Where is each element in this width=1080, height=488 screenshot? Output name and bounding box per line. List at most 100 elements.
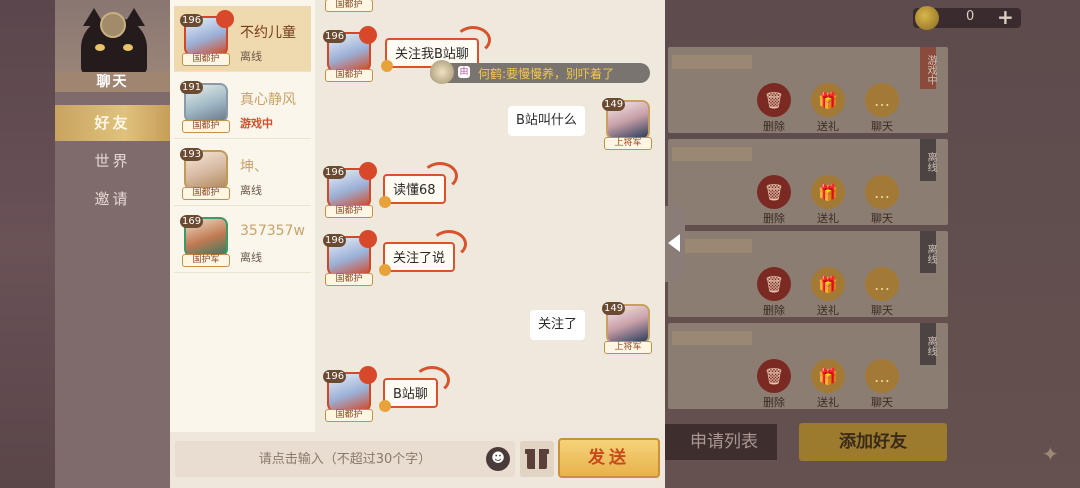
chat-message: B站叫什么: [508, 106, 585, 136]
rank-badge: 上将军: [604, 137, 652, 150]
friend-name: 真心静风: [240, 92, 296, 108]
chat-button[interactable]: … 聊天: [864, 83, 900, 134]
add-coin-icon[interactable]: +: [997, 5, 1014, 29]
chat-message: 读懂68: [379, 162, 458, 208]
emoji-icon[interactable]: ☻: [486, 447, 510, 471]
avatar: 国都护: [321, 0, 375, 14]
avatar: 193 国都护: [178, 144, 232, 202]
delete-button[interactable]: 🗑 删除: [756, 267, 792, 318]
gift-icon: 🎁: [811, 359, 845, 393]
avatar: 169 国护军: [178, 211, 232, 269]
friend-list-item[interactable]: 169 国护军 357357w 离线: [174, 207, 311, 273]
chat-bubble-icon: …: [865, 83, 899, 117]
tab-world[interactable]: 世界: [55, 143, 170, 179]
status-tag: 游戏中: [920, 47, 936, 89]
emblem-icon: [100, 12, 126, 38]
level-badge: 191: [180, 81, 204, 94]
friend-list-item[interactable]: 193 国都护 坤、 离线: [174, 140, 311, 206]
chat-message: 关注了: [530, 310, 586, 340]
friend-card[interactable]: 离线 🗑 删除 🎁 送礼 … 聊天: [668, 139, 948, 225]
avatar: 196 国都护: [321, 162, 377, 220]
add-friend-button[interactable]: 添加好友: [799, 423, 947, 461]
chat-button[interactable]: … 聊天: [864, 175, 900, 226]
avatar: 196 国都护: [321, 230, 377, 288]
chat-message: B站聊: [379, 366, 450, 412]
rank-badge: 国都护: [325, 0, 373, 12]
friend-name: 不约儿童: [240, 25, 296, 41]
friend-requests-button[interactable]: 申请列表: [664, 423, 778, 461]
rank-badge: 国都护: [182, 120, 230, 133]
friend-card[interactable]: 离线 🗑 删除 🎁 送礼 … 聊天: [668, 323, 948, 409]
level-badge: 196: [180, 14, 204, 27]
friend-list: 196 国都护 不约儿童 离线 191 国都护 真心静风 游戏中 193 国都护…: [170, 0, 315, 432]
arrow-left-icon: [668, 234, 680, 252]
friend-list-item[interactable]: 191 国都护 真心静风 游戏中: [174, 73, 311, 139]
gift-button[interactable]: 🎁 送礼: [810, 267, 846, 318]
avatar: 196 国都护: [321, 26, 377, 84]
level-badge: 193: [180, 148, 204, 161]
system-notice-text: 何鹤:要慢慢养，别吓着了: [478, 67, 615, 81]
gift-button[interactable]: 🎁 送礼: [810, 83, 846, 134]
rank-badge: 国都护: [182, 187, 230, 200]
rank-badge: 国都护: [325, 69, 373, 82]
rank-badge: 国都护: [325, 205, 373, 218]
gift-icon: 🎁: [811, 267, 845, 301]
status-tag: 离线: [920, 139, 936, 181]
collapse-panel-button[interactable]: [665, 206, 685, 282]
tab-invite[interactable]: 邀请: [55, 181, 170, 217]
gift-icon: 🎁: [811, 175, 845, 209]
message-input[interactable]: [175, 441, 515, 477]
level-badge: 196: [323, 166, 347, 179]
chat-button[interactable]: … 聊天: [864, 359, 900, 410]
trash-icon: 🗑: [757, 359, 791, 393]
delete-button[interactable]: 🗑 删除: [756, 175, 792, 226]
avatar: 191 国都护: [178, 77, 232, 135]
friend-status: 离线: [240, 251, 262, 264]
rank-badge: 国护军: [182, 254, 230, 267]
trash-icon: 🗑: [757, 175, 791, 209]
rank-badge: 国都护: [325, 409, 373, 422]
rank-badge: 上将军: [604, 341, 652, 354]
friend-status: 游戏中: [240, 117, 273, 130]
status-tag: 离线: [920, 323, 936, 365]
gift-button[interactable]: 🎁 送礼: [810, 175, 846, 226]
level-badge: 169: [180, 215, 204, 228]
rank-badge: 国都护: [182, 53, 230, 66]
rank-badge: 国都护: [325, 273, 373, 286]
sparkle-icon: ✦: [1042, 442, 1059, 466]
coin-icon: [915, 6, 939, 30]
chat-message: 关注了说: [378, 230, 468, 276]
trash-icon: 🗑: [757, 83, 791, 117]
chat-bubble-icon: …: [865, 175, 899, 209]
chat-bubble-icon: …: [865, 359, 899, 393]
status-tag: 离线: [920, 231, 936, 273]
avatar: 196 国都护: [321, 366, 377, 424]
avatar: 149 上将军: [600, 298, 654, 356]
chat-header-art: [55, 0, 170, 72]
gift-icon: 🎁: [811, 83, 845, 117]
trash-icon: 🗑: [757, 267, 791, 301]
friend-card[interactable]: 离线 🗑 删除 🎁 送礼 … 聊天: [668, 231, 948, 317]
send-button[interactable]: 发送: [558, 438, 660, 478]
delete-button[interactable]: 🗑 删除: [756, 83, 792, 134]
friend-card[interactable]: 游戏中 🗑 删除 🎁 送礼 … 聊天: [668, 47, 948, 133]
chat-button[interactable]: … 聊天: [864, 267, 900, 318]
system-avatar-icon: [430, 60, 454, 84]
level-badge: 149: [602, 302, 626, 315]
tab-friends[interactable]: 好友: [55, 105, 170, 141]
friend-name: 357357w: [240, 223, 305, 239]
gift-send-button[interactable]: [520, 441, 554, 477]
friend-status: 离线: [240, 50, 262, 63]
chat-bubble-icon: …: [865, 267, 899, 301]
level-badge: 196: [323, 234, 347, 247]
avatar: 196 国都护: [178, 10, 234, 68]
friend-status: 离线: [240, 184, 262, 197]
system-badge-icon: 由: [458, 66, 470, 78]
avatar: 149 上将军: [600, 94, 654, 152]
friend-list-item[interactable]: 196 国都护 不约儿童 离线: [174, 6, 311, 72]
friend-name: 坤、: [240, 159, 268, 175]
delete-button[interactable]: 🗑 删除: [756, 359, 792, 410]
level-badge: 196: [323, 30, 347, 43]
gift-button[interactable]: 🎁 送礼: [810, 359, 846, 410]
panel-title: 聊天: [55, 72, 170, 92]
